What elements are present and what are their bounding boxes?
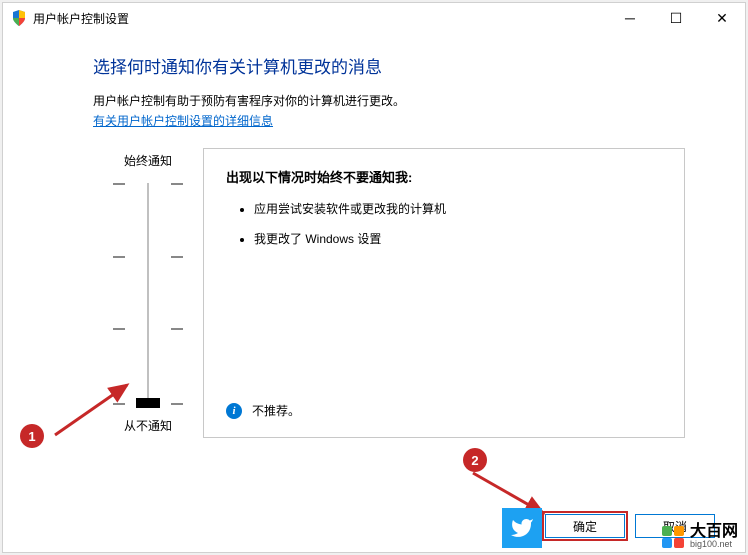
window-controls: ─ ☐ ✕ (607, 3, 745, 33)
annotation-callout-1: 1 (20, 424, 44, 448)
info-panel: 出现以下情况时始终不要通知我: 应用尝试安装软件或更改我的计算机 我更改了 Wi… (203, 148, 685, 438)
minimize-button[interactable]: ─ (607, 3, 653, 33)
watermark-sub: big100.net (690, 540, 738, 549)
uac-slider[interactable] (113, 183, 183, 403)
uac-settings-window: 用户帐户控制设置 ─ ☐ ✕ 选择何时通知你有关计算机更改的消息 用户帐户控制有… (2, 2, 746, 553)
dialog-footer: 确定 取消 (3, 504, 745, 552)
info-list-item: 应用尝试安装软件或更改我的计算机 (254, 200, 662, 218)
page-heading: 选择何时通知你有关计算机更改的消息 (93, 53, 685, 78)
info-panel-title: 出现以下情况时始终不要通知我: (226, 167, 662, 186)
ok-button[interactable]: 确定 (545, 514, 625, 538)
content-area: 选择何时通知你有关计算机更改的消息 用户帐户控制有助于预防有害程序对你的计算机进… (3, 33, 745, 504)
watermark-logo-icon (662, 526, 684, 548)
shield-icon (11, 10, 27, 26)
window-title: 用户帐户控制设置 (33, 10, 129, 27)
watermark-main: 大百网 (690, 524, 738, 540)
info-footer-text: 不推荐。 (252, 402, 300, 419)
info-list: 应用尝试安装软件或更改我的计算机 我更改了 Windows 设置 (226, 200, 662, 260)
info-footer: i 不推荐。 (226, 390, 662, 419)
slider-label-never: 从不通知 (124, 417, 172, 434)
slider-column: 始终通知 从不通知 (93, 148, 203, 438)
close-button[interactable]: ✕ (699, 3, 745, 33)
titlebar: 用户帐户控制设置 ─ ☐ ✕ (3, 3, 745, 33)
watermark: 大百网 big100.net (662, 524, 738, 549)
info-list-item: 我更改了 Windows 设置 (254, 230, 662, 248)
maximize-button[interactable]: ☐ (653, 3, 699, 33)
more-info-link[interactable]: 有关用户帐户控制设置的详细信息 (93, 114, 273, 128)
slider-label-always: 始终通知 (124, 152, 172, 169)
info-icon: i (226, 403, 242, 419)
slider-thumb[interactable] (136, 398, 160, 408)
body-area: 始终通知 从不通知 出现以下情况时始终不要通知我: 应用尝试安装软件或更改我的计… (93, 148, 685, 438)
twitter-overlay-icon (502, 508, 542, 548)
page-description: 用户帐户控制有助于预防有害程序对你的计算机进行更改。 (93, 92, 685, 109)
annotation-callout-2: 2 (463, 448, 487, 472)
